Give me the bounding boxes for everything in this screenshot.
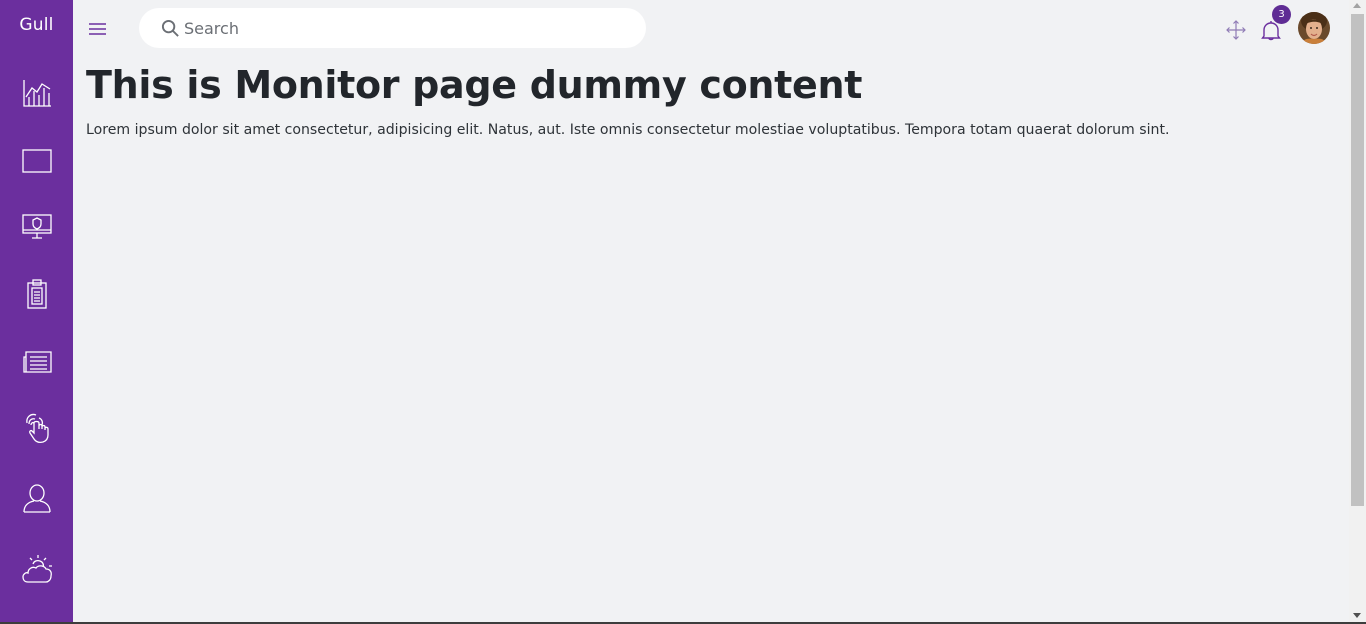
monitor-shield-icon (21, 214, 52, 239)
weather-cloud-sun-icon (21, 555, 52, 583)
vertical-scrollbar[interactable] (1349, 0, 1366, 624)
topbar: 3 (73, 0, 1349, 58)
scroll-up-arrow-icon[interactable] (1353, 3, 1361, 8)
touch-hand-icon (25, 413, 49, 444)
sidebar-item-news[interactable] (0, 336, 73, 388)
scroll-down-arrow-icon[interactable] (1353, 613, 1361, 618)
hamburger-menu-button[interactable] (88, 20, 108, 38)
page-body-text: Lorem ipsum dolor sit amet consectetur, … (86, 122, 1170, 138)
search-icon (161, 19, 179, 37)
brand-logo[interactable]: Gull (0, 15, 73, 35)
sidebar-item-user[interactable] (0, 472, 73, 524)
move-arrows-icon (1226, 20, 1246, 40)
scrollbar-thumb[interactable] (1351, 14, 1364, 506)
main-content: This is Monitor page dummy content Lorem… (86, 62, 1342, 140)
notification-count-badge: 3 (1272, 5, 1291, 24)
clipboard-icon (26, 279, 47, 309)
hamburger-icon (89, 23, 106, 35)
sidebar-item-monitor[interactable] (0, 201, 73, 253)
sidebar: Gull (0, 0, 73, 624)
user-avatar[interactable] (1298, 12, 1330, 44)
sidebar-item-weather[interactable] (0, 543, 73, 595)
sidebar-item-touch[interactable] (0, 402, 73, 454)
search-box[interactable] (139, 8, 646, 48)
newspaper-icon (22, 351, 52, 373)
search-input[interactable] (184, 18, 624, 38)
sidebar-item-dashboard[interactable] (0, 67, 73, 119)
sidebar-item-clipboard[interactable] (0, 268, 73, 320)
user-icon (22, 484, 51, 513)
fullscreen-button[interactable] (1226, 20, 1246, 40)
page-title: This is Monitor page dummy content (86, 63, 863, 107)
window-icon (21, 149, 52, 173)
avatar-image (1298, 12, 1330, 44)
bar-chart-icon (22, 80, 51, 107)
sidebar-item-window[interactable] (0, 135, 73, 187)
